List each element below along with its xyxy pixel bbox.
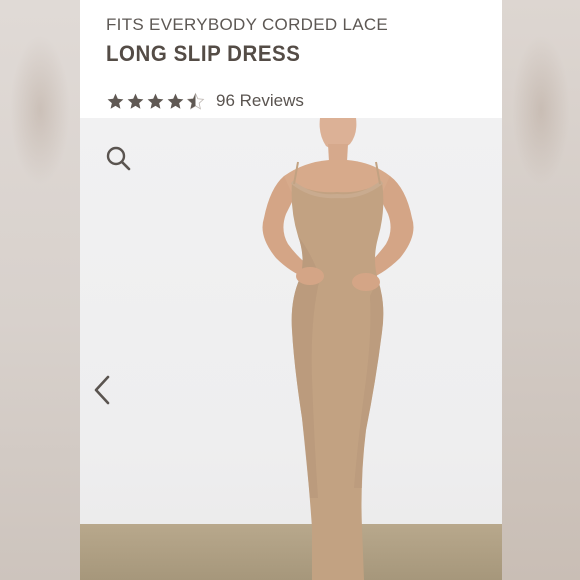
product-header: FITS EVERYBODY CORDED LACE LONG SLIP DRE… <box>80 0 502 118</box>
product-title: LONG SLIP DRESS <box>106 41 301 66</box>
chevron-left-icon[interactable] <box>90 373 114 407</box>
search-icon[interactable] <box>104 144 132 172</box>
blurred-background-left <box>0 0 80 580</box>
product-card: FITS EVERYBODY CORDED LACE LONG SLIP DRE… <box>80 0 502 580</box>
model-in-dress-image <box>262 118 414 580</box>
blurred-background-right <box>502 0 580 580</box>
rating-stars <box>106 92 206 111</box>
star-icon <box>127 93 144 109</box>
reviews-count-link[interactable]: 96 Reviews <box>216 91 304 111</box>
product-collection: FITS EVERYBODY CORDED LACE <box>106 15 389 34</box>
product-image <box>80 118 502 580</box>
star-icon <box>167 93 184 109</box>
product-rating[interactable]: 96 Reviews <box>106 90 304 112</box>
half-star-icon <box>186 92 205 110</box>
star-icon <box>107 93 124 109</box>
star-icon <box>147 93 164 109</box>
